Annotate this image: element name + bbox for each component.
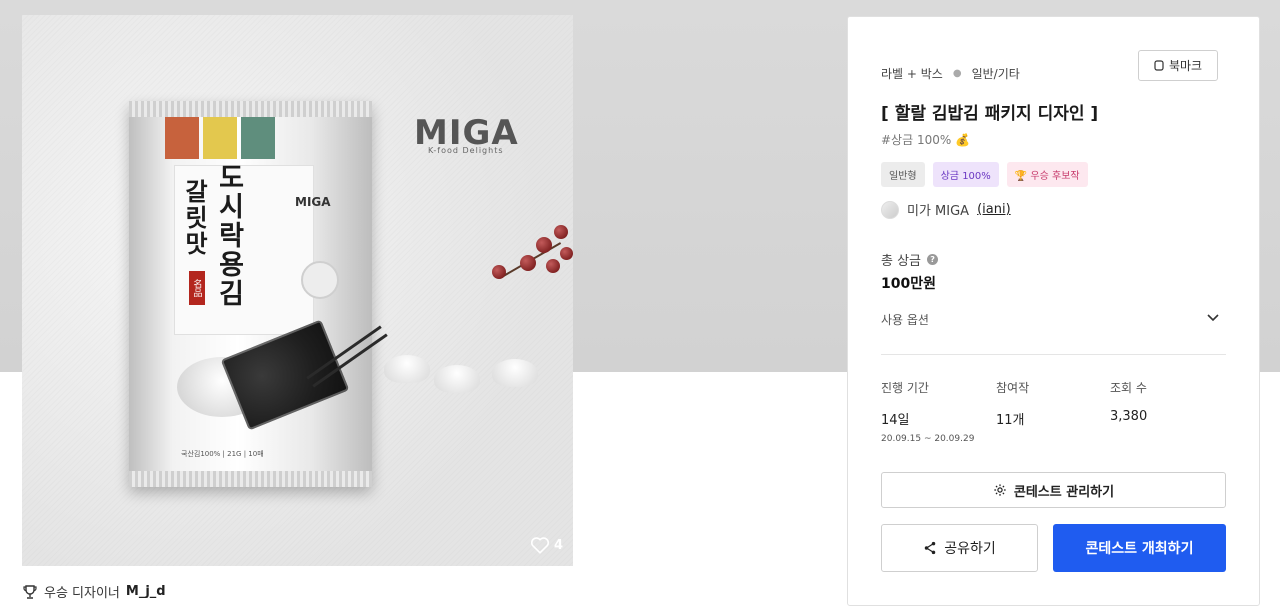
badge-winner-candidate: 🏆 우승 후보작: [1006, 162, 1088, 187]
package-title-flavor: 갈릿맛: [180, 179, 209, 257]
stat-entries: 참여작 11개: [996, 379, 1029, 428]
stat-label: 진행 기간: [881, 381, 929, 395]
manage-contest-button[interactable]: 콘테스트 관리하기: [881, 472, 1226, 508]
contest-badges: 일반형 상금 100% 🏆 우승 후보작: [881, 162, 1088, 187]
berry-decoration: [536, 237, 552, 253]
bookmark-label: 북마크: [1168, 59, 1203, 73]
berry-decoration: [554, 225, 568, 239]
stat-value: 11개: [996, 413, 1025, 428]
stat-value: 14일: [881, 413, 910, 428]
winner-name[interactable]: M_j_d: [126, 584, 166, 599]
host-contest-button[interactable]: 콘테스트 개최하기: [1053, 524, 1226, 572]
usage-options-label[interactable]: 사용 옵션: [881, 311, 929, 328]
dumpling-decoration: [384, 355, 430, 383]
package-info: 국산김100% | 21G | 10매: [181, 450, 264, 458]
host-id[interactable]: (iani): [977, 202, 1011, 217]
breadcrumb-item[interactable]: 일반/기타: [972, 65, 1020, 82]
berry-decoration: [492, 265, 506, 279]
bookmark-icon: [1154, 60, 1164, 71]
stat-value: 3,380: [1110, 409, 1148, 424]
berry-decoration: [520, 255, 536, 271]
color-stripe-green: [241, 117, 275, 159]
winner-label: 우승 디자이너: [44, 586, 120, 601]
package-seal: 名品: [189, 271, 205, 305]
total-prize-value: 100만원: [881, 276, 936, 292]
host-info[interactable]: 미가 MIGA (iani): [881, 200, 1011, 219]
host-name: 미가 MIGA: [907, 204, 970, 219]
heart-icon: [530, 537, 550, 554]
avatar: [881, 200, 899, 219]
badge-prize: 상금 100%: [932, 162, 999, 187]
share-label: 공유하기: [944, 541, 996, 557]
gear-icon: [994, 484, 1006, 496]
contest-info-card: 라벨 + 박스 ● 일반/기타 북마크 [ 할랄 김밥김 패키지 디자인 ] #…: [847, 16, 1260, 606]
dumpling-decoration: [492, 359, 538, 387]
color-stripe-yellow: [203, 117, 237, 159]
quality-badge: [301, 261, 339, 299]
stat-views: 조회 수 3,380: [1110, 379, 1147, 424]
total-prize-text: 총 상금: [881, 254, 922, 269]
winner-designer: 우승 디자이너 M_j_d: [22, 582, 166, 601]
badge-type: 일반형: [881, 162, 925, 187]
total-prize-label: 총 상금 ?: [881, 250, 939, 269]
berry-decoration: [560, 247, 573, 260]
breadcrumb: 라벨 + 박스 ● 일반/기타: [881, 65, 1020, 82]
stat-label: 참여작: [996, 381, 1030, 395]
share-button[interactable]: 공유하기: [881, 524, 1038, 572]
breadcrumb-separator: ●: [952, 68, 962, 79]
breadcrumb-item[interactable]: 라벨 + 박스: [881, 65, 943, 82]
contest-tagline: #상금 100% 💰: [881, 133, 971, 147]
stat-date-range: 20.09.15 ~ 20.09.29: [881, 434, 975, 444]
dumpling-decoration: [434, 365, 480, 393]
color-stripe-orange: [165, 117, 199, 159]
chevron-down-icon[interactable]: [1205, 309, 1221, 325]
manage-contest-label: 콘테스트 관리하기: [1013, 484, 1115, 500]
like-count: 4: [553, 537, 563, 553]
berry-decoration: [546, 259, 560, 273]
like-button[interactable]: 4: [530, 536, 563, 554]
stat-duration: 진행 기간 14일 20.09.15 ~ 20.09.29: [881, 379, 974, 444]
product-pouch: 도시락용김 갈릿맛 名品 MIGA 국산김100% | 21G | 10매: [129, 101, 388, 487]
pouch-seal-top: [129, 101, 372, 117]
trophy-icon: [23, 584, 37, 599]
bookmark-button[interactable]: 북마크: [1138, 50, 1218, 81]
package-small-logo: MIGA: [295, 195, 331, 209]
stat-label: 조회 수: [1110, 381, 1147, 395]
divider: [881, 354, 1226, 355]
share-icon: [924, 541, 936, 555]
pouch-seal-bottom: [129, 471, 372, 487]
contest-title: [ 할랄 김밥김 패키지 디자인 ]: [881, 104, 1099, 124]
package-title-main: 도시락용김: [213, 163, 244, 308]
brand-logo-subtitle: K-food Delights: [428, 146, 504, 155]
help-icon[interactable]: ?: [927, 254, 939, 265]
artwork-image[interactable]: MIGA K-food Delights 도시락용김 갈릿맛 名品 MIGA 국…: [22, 15, 573, 566]
